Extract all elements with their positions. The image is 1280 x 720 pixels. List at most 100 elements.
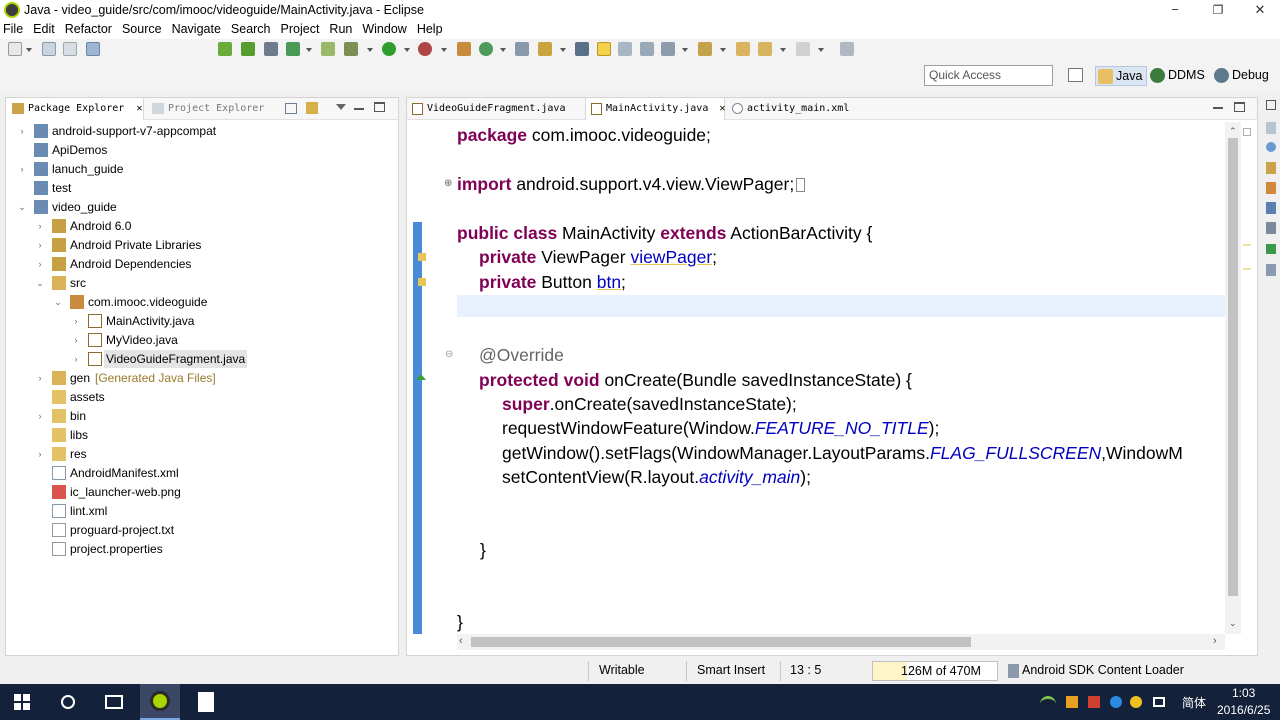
collapse-arrow-icon[interactable]: ⌄ <box>35 274 45 292</box>
javadoc-view-icon[interactable] <box>1266 142 1276 152</box>
perspective-java[interactable]: Java <box>1095 66 1148 86</box>
tree-item-myvideo-java[interactable]: › MyVideo.java <box>6 331 396 349</box>
tree-item-src[interactable]: ⌄ src <box>6 274 396 292</box>
new-java-package-icon[interactable] <box>457 42 471 56</box>
scroll-down-icon[interactable]: ⌄ <box>1229 618 1237 629</box>
collapse-arrow-icon[interactable]: ⌄ <box>17 198 27 216</box>
maximize-editor-icon[interactable] <box>1234 102 1245 112</box>
next-edit-icon[interactable] <box>661 42 675 56</box>
problems-view-icon[interactable] <box>1266 182 1276 194</box>
tree-item-ic-launcher-web-png[interactable]: ic_launcher-web.png <box>6 483 396 501</box>
search-icon[interactable] <box>538 42 552 56</box>
menu-window[interactable]: Window <box>357 20 411 36</box>
menu-edit[interactable]: Edit <box>28 20 60 36</box>
browser-tray-icon[interactable] <box>1110 696 1122 708</box>
tree-item-assets[interactable]: assets <box>6 388 396 406</box>
code-area[interactable]: package com.imooc.videoguide; import and… <box>457 122 1225 634</box>
tree-item-mainactivity-java[interactable]: › MainActivity.java <box>6 312 396 330</box>
maximize-button[interactable]: ❐ <box>1198 0 1238 20</box>
overview-warning-marker[interactable] <box>1243 244 1251 246</box>
back-dropdown-icon[interactable] <box>780 48 786 52</box>
trash-icon[interactable] <box>1008 664 1019 678</box>
perspective-ddms[interactable]: DDMS <box>1148 66 1209 86</box>
tree-item-android-support-v7-appcompat[interactable]: › android-support-v7-appcompat <box>6 122 396 140</box>
clock-date[interactable]: 2016/6/25 <box>1217 703 1270 717</box>
task-view-icon[interactable] <box>105 695 123 709</box>
check-dropdown-icon[interactable] <box>306 48 312 52</box>
external-tools-dropdown-icon[interactable] <box>441 48 447 52</box>
clock-time[interactable]: 1:03 <box>1232 686 1255 700</box>
horizontal-scrollbar[interactable]: ‹ › <box>457 634 1225 650</box>
vertical-scroll-thumb[interactable] <box>1228 138 1238 596</box>
tree-item-androidmanifest-xml[interactable]: AndroidManifest.xml <box>6 464 396 482</box>
tree-item-bin[interactable]: › bin <box>6 407 396 425</box>
restore-icon[interactable] <box>1266 100 1276 110</box>
heap-status[interactable]: 126M of 470M <box>872 661 998 681</box>
outline-view-icon[interactable] <box>1266 122 1276 134</box>
close-tab-icon[interactable]: ✕ <box>136 103 142 114</box>
open-type-icon[interactable] <box>515 42 529 56</box>
tree-item-video-guide[interactable]: ⌄ video_guide <box>6 198 396 216</box>
previous-edit-dropdown-icon[interactable] <box>720 48 726 52</box>
menu-navigate[interactable]: Navigate <box>167 20 226 36</box>
forward-icon[interactable] <box>796 42 810 56</box>
next-edit-dropdown-icon[interactable] <box>682 48 688 52</box>
tree-item-gen[interactable]: › gen [Generated Java Files] <box>6 369 396 387</box>
print-icon[interactable] <box>86 42 100 56</box>
input-method-indicator[interactable]: 简体 <box>1182 694 1206 711</box>
windows-start-icon[interactable] <box>14 694 30 710</box>
scroll-right-icon[interactable]: › <box>1213 635 1217 647</box>
run-dropdown-icon[interactable] <box>404 48 410 52</box>
mark-occurrences-icon[interactable] <box>597 42 611 56</box>
tree-item-proguard-project-txt[interactable]: proguard-project.txt <box>6 521 396 539</box>
debug-dropdown-icon[interactable] <box>367 48 373 52</box>
minimize-editor-icon[interactable] <box>1213 107 1223 109</box>
menu-search[interactable]: Search <box>226 20 276 36</box>
menu-source[interactable]: Source <box>117 20 167 36</box>
fold-minus-icon[interactable]: ⊖ <box>445 349 453 360</box>
tree-item-com-imooc-videoguide[interactable]: ⌄ com.imooc.videoguide <box>6 293 396 311</box>
expand-arrow-icon[interactable]: › <box>17 122 27 140</box>
forward-dropdown-icon[interactable] <box>818 48 824 52</box>
expand-arrow-icon[interactable]: › <box>17 160 27 178</box>
previous-edit-icon[interactable] <box>698 42 712 56</box>
search-dropdown-icon[interactable] <box>560 48 566 52</box>
warning-marker-icon[interactable] <box>418 278 426 286</box>
debug-run-icon[interactable] <box>344 42 358 56</box>
tray-app-icon[interactable] <box>1066 696 1078 708</box>
show-whitespace-icon[interactable] <box>640 42 654 56</box>
close-tab-icon[interactable]: ✕ <box>719 103 725 114</box>
tab-project-explorer[interactable]: Project Explorer <box>146 98 272 120</box>
expand-arrow-icon[interactable]: › <box>71 312 81 330</box>
overview-warning-marker[interactable] <box>1243 268 1251 270</box>
pin-editor-icon[interactable] <box>840 42 854 56</box>
tray-app-icon[interactable] <box>1130 696 1142 708</box>
save-all-icon[interactable] <box>63 42 77 56</box>
new-class-dropdown-icon[interactable] <box>500 48 506 52</box>
tree-item-test[interactable]: test <box>6 179 396 197</box>
check-icon[interactable] <box>286 42 300 56</box>
wifi-icon[interactable] <box>1040 696 1056 710</box>
perspective-debug[interactable]: Debug <box>1212 66 1273 86</box>
back-icon[interactable] <box>758 42 772 56</box>
tree-item-videoguidefragment-java[interactable]: › VideoGuideFragment.java <box>6 350 396 368</box>
close-button[interactable]: ✕ <box>1240 0 1280 20</box>
tree-item-android-6[interactable]: › Android 6.0 <box>6 217 396 235</box>
vertical-scrollbar[interactable]: ⌃ ⌄ <box>1225 122 1241 634</box>
save-icon[interactable] <box>42 42 56 56</box>
logcat-view-icon[interactable] <box>1266 222 1276 234</box>
open-perspective-icon[interactable] <box>1068 68 1083 82</box>
tab-mainactivity-java[interactable]: MainActivity.java ✕ <box>585 98 725 120</box>
eclipse-taskbar-button[interactable] <box>140 684 180 720</box>
new-icon[interactable] <box>8 42 22 56</box>
new-dropdown-icon[interactable] <box>26 48 32 52</box>
menu-file[interactable]: File <box>0 20 28 36</box>
next-annotation-icon[interactable] <box>575 42 589 56</box>
tab-videoguidefragment-java[interactable]: VideoGuideFragment.java <box>407 98 583 120</box>
link-with-editor-icon[interactable] <box>306 102 318 114</box>
expand-arrow-icon[interactable]: › <box>71 331 81 349</box>
maximize-view-icon[interactable] <box>374 102 385 112</box>
warning-marker-icon[interactable] <box>418 253 426 261</box>
declaration-view-icon[interactable] <box>1266 162 1276 174</box>
emulator-control-icon[interactable] <box>1266 264 1276 276</box>
